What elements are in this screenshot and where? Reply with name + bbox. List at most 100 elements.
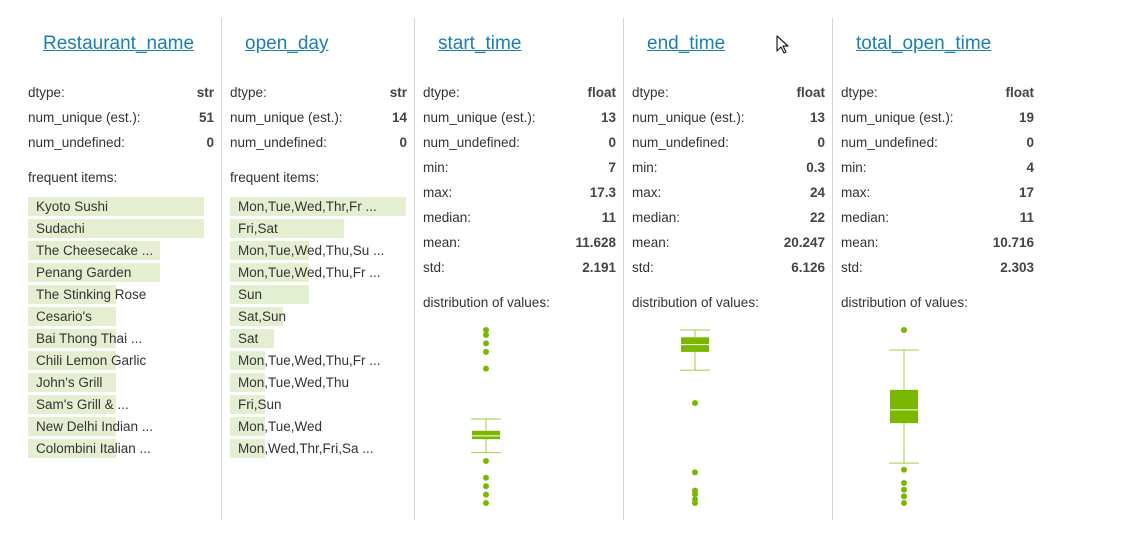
frequent-item: Sat	[230, 329, 406, 348]
frequent-item: Mon,Tue,Wed,Thr,Fr ...	[230, 197, 406, 216]
frequent-item: Mon,Tue,Wed,Thu,Fr ...	[230, 351, 406, 370]
frequent-item: The Cheesecake ...	[28, 241, 204, 260]
frequent-item-label: Mon,Tue,Wed,Thr,Fr ...	[238, 199, 377, 214]
frequent-item-label: John's Grill	[36, 375, 103, 390]
frequent-item: John's Grill	[28, 373, 204, 392]
interquartile-box	[890, 389, 918, 424]
frequent-item-label: Chili Lemon Garlic	[36, 353, 147, 368]
frequent-item-label: Sun	[238, 287, 263, 302]
frequent-item-label: Mon,Tue,Wed,Thu,Su ...	[238, 243, 385, 258]
frequent-item: New Delhi Indian ...	[28, 417, 204, 436]
frequent-item-label: Sam's Grill & ...	[36, 397, 129, 412]
num-unique-label: num_unique (est.):	[28, 110, 141, 125]
num-undefined-label: num_undefined:	[230, 135, 327, 150]
frequent-item-label: Fri,Sun	[238, 397, 282, 412]
outlier-point	[692, 496, 698, 503]
frequent-items-heading: frequent items:	[28, 170, 118, 185]
frequent-item: The Stinking Rose	[28, 285, 204, 304]
frequent-item-label: Fri,Sat	[238, 221, 278, 236]
frequent-item-label: Mon,Tue,Wed,Thu,Fr ...	[238, 265, 381, 280]
frequent-item-label: New Delhi Indian ...	[36, 419, 154, 434]
frequent-item-label: Sat	[238, 331, 259, 346]
num-undefined-value: 0	[399, 135, 407, 150]
column-separator	[221, 18, 222, 520]
outlier-point	[483, 491, 489, 498]
frequent-item: Cesario's	[28, 307, 204, 326]
outlier-point	[483, 340, 489, 347]
frequent-item: Mon,Tue,Wed	[230, 417, 406, 436]
outlier-point	[483, 474, 489, 481]
frequent-item: Fri,Sat	[230, 219, 406, 238]
dtype-label: dtype:	[230, 85, 267, 100]
num-unique-value: 14	[391, 110, 407, 125]
box-plot	[680, 329, 710, 506]
frequent-item: Fri,Sun	[230, 395, 406, 414]
dtype-row: dtype: str	[230, 83, 407, 103]
column-start-time: start_time dtype: float num_unique (est.):…	[423, 0, 616, 535]
frequent-item: Colombini Italian ...	[28, 439, 204, 458]
frequent-item: Bai Thong Thai ...	[28, 329, 204, 348]
frequent-item-label: Mon,Tue,Wed	[238, 419, 323, 434]
dtype-label: dtype:	[28, 85, 65, 100]
outlier-point	[483, 365, 489, 372]
frequent-item: Penang Garden	[28, 263, 204, 282]
dtype-row: dtype: str	[28, 83, 214, 103]
frequent-item: Sam's Grill & ...	[28, 395, 204, 414]
num-undefined-label: num_undefined:	[28, 135, 125, 150]
num-unique-value: 51	[198, 110, 214, 125]
outlier-point	[692, 469, 698, 476]
frequent-item: Kyoto Sushi	[28, 197, 204, 216]
box-plot	[889, 327, 919, 506]
frequent-item-label: Sudachi	[36, 221, 85, 236]
column-separator	[832, 18, 833, 520]
dtype-value: str	[196, 85, 214, 100]
column-title[interactable]: open_day	[245, 33, 328, 55]
frequent-items-heading: frequent items:	[230, 170, 320, 185]
outlier-point	[901, 327, 907, 333]
mouse-cursor-icon	[776, 35, 789, 54]
outlier-point	[483, 458, 489, 465]
outlier-point	[483, 483, 489, 490]
column-end-time: end_time dtype: float num_unique (est.): 13…	[632, 0, 825, 535]
num-undefined-value: 0	[206, 135, 214, 150]
frequent-item-label: Sat,Sun	[238, 309, 287, 324]
frequent-item: Sudachi	[28, 219, 204, 238]
outlier-point	[692, 399, 698, 406]
column-title[interactable]: Restaurant_name	[43, 33, 194, 55]
frequent-item: Chili Lemon Garlic	[28, 351, 204, 370]
dtype-value: str	[389, 85, 407, 100]
outlier-point	[901, 466, 907, 473]
num-undefined-row: num_undefined: 0	[28, 133, 214, 153]
column-restaurant-name: Restaurant_name dtype: str num_unique (e…	[28, 0, 214, 535]
column-open-day: open_day dtype: str num_unique (est.): 1…	[230, 0, 407, 535]
frequent-item-label: Colombini Italian ...	[36, 441, 151, 456]
frequent-item-label: Mon,Tue,Wed,Thu	[238, 375, 350, 390]
frequent-item: Mon,Tue,Wed,Thu,Su ...	[230, 241, 406, 260]
num-undefined-row: num_undefined: 0	[230, 133, 407, 153]
outlier-point	[483, 348, 489, 355]
frequent-item-label: The Cheesecake ...	[36, 243, 154, 258]
outlier-point	[901, 486, 907, 493]
column-total-open-time: total_open_time dtype: float num_unique (e…	[841, 0, 1034, 535]
frequent-item-label: Cesario's	[36, 309, 92, 324]
box-plot	[471, 327, 501, 506]
frequent-item: Mon,Tue,Wed,Thu	[230, 373, 406, 392]
outlier-point	[483, 327, 489, 333]
frequent-item: Mon,Wed,Thr,Fri,Sa ...	[230, 439, 406, 458]
frequent-item: Sat,Sun	[230, 307, 406, 326]
frequent-item-label: Bai Thong Thai ...	[36, 331, 143, 346]
frequent-item: Sun	[230, 285, 406, 304]
num-unique-row: num_unique (est.): 51	[28, 108, 214, 128]
num-unique-label: num_unique (est.):	[230, 110, 343, 125]
outlier-point	[483, 500, 489, 506]
outlier-point	[692, 487, 698, 494]
column-separator	[623, 18, 624, 520]
frequent-item-label: Mon,Wed,Thr,Fri,Sa ...	[238, 441, 374, 456]
outlier-point	[901, 500, 907, 506]
frequent-item-label: Penang Garden	[36, 265, 132, 280]
frequent-item-label: The Stinking Rose	[36, 287, 147, 302]
column-separator	[414, 18, 415, 520]
frequent-item: Mon,Tue,Wed,Thu,Fr ...	[230, 263, 406, 282]
frequent-item-label: Kyoto Sushi	[36, 199, 109, 214]
outlier-point	[901, 480, 907, 487]
